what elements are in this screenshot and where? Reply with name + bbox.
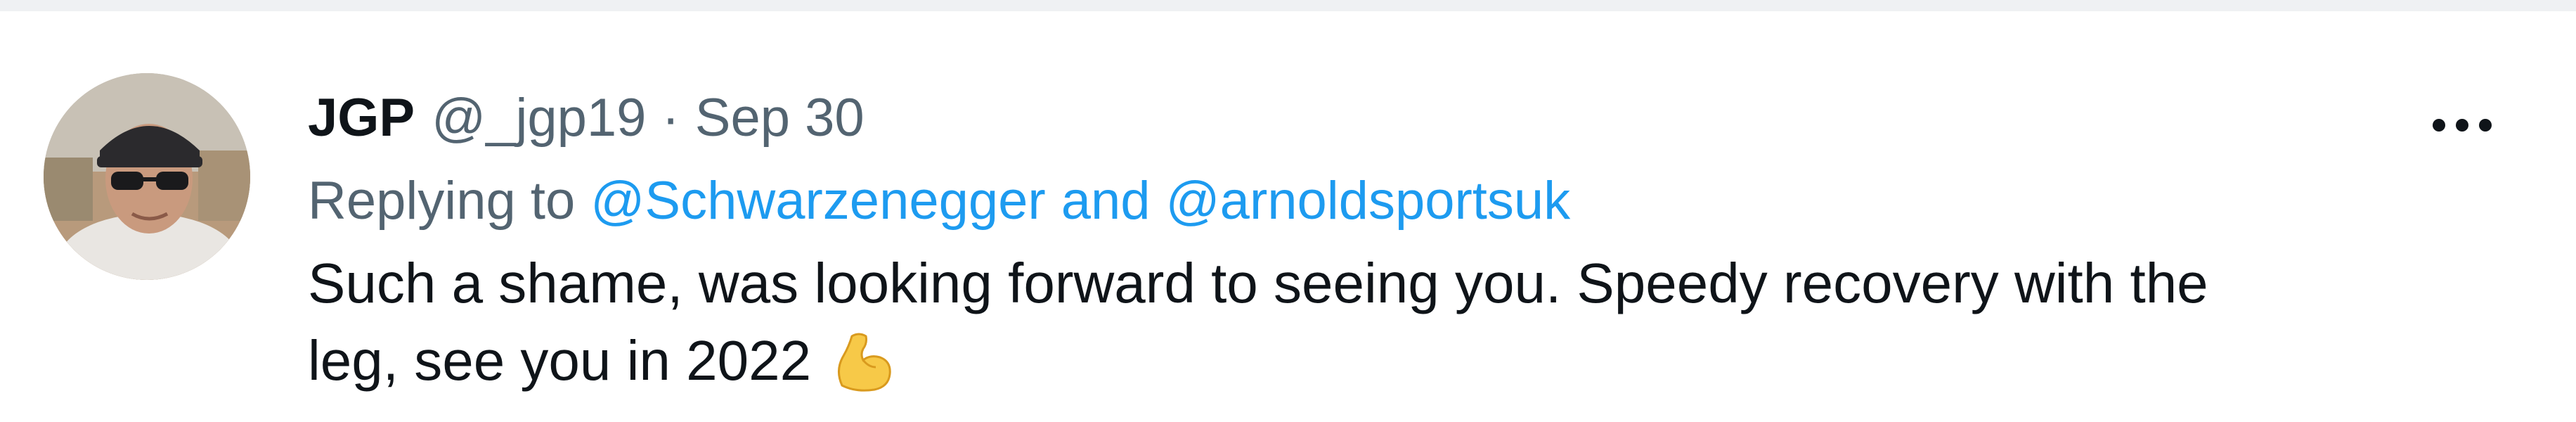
top-divider [0,0,2576,11]
display-name[interactable]: JGP [308,87,415,148]
tweet-text-line: Such a shame, was looking forward to see… [308,252,2208,314]
avatar[interactable] [44,73,250,280]
more-icon [2433,119,2492,132]
tweet-text: Such a shame, was looking forward to see… [308,245,2515,415]
flexed-biceps-icon [828,328,895,415]
mention-link-schwarzenegger[interactable]: @Schwarzenegger [590,170,1045,231]
mention-link-arnoldsportsuk[interactable]: @arnoldsportsuk [1166,170,1571,231]
tweet-content: JGP @_jgp19 · Sep 30 Replying to @Schwar… [308,76,2501,415]
user-handle[interactable]: @_jgp19 [432,87,646,148]
tweet-text-line: leg, see you in 2022 [308,322,2515,415]
tweet-text-line-content: leg, see you in 2022 [308,329,812,392]
replying-to-label: Replying to [308,170,576,231]
tweet-header: JGP @_jgp19 · Sep 30 [308,76,2501,159]
more-options-button[interactable] [2423,97,2501,153]
replying-to-line: Replying to @Schwarzenegger and @arnolds… [308,159,2501,242]
separator-dot: · [661,87,680,148]
tweet-card[interactable]: JGP @_jgp19 · Sep 30 Replying to @Schwar… [0,11,2576,422]
tweet-date[interactable]: Sep 30 [695,87,865,148]
replying-to-and: and [1061,170,1151,231]
